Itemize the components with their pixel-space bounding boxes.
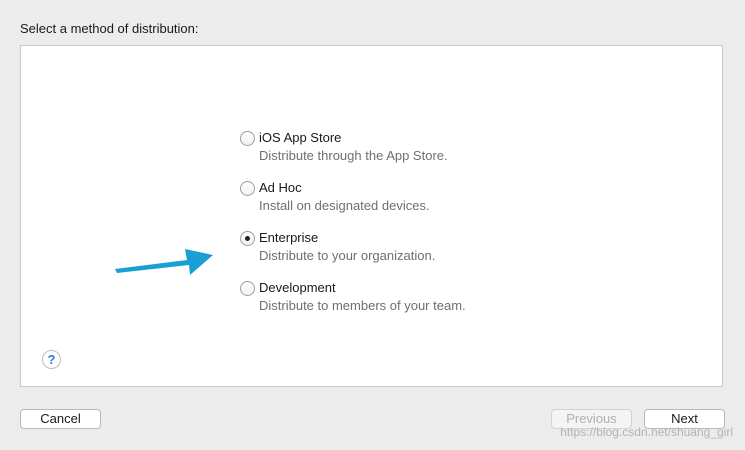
cancel-button[interactable]: Cancel (20, 409, 101, 429)
option-label: Enterprise (259, 230, 319, 245)
option-description: Distribute through the App Store. (259, 148, 448, 163)
option-label: iOS App Store (259, 130, 342, 145)
page-title: Select a method of distribution: (20, 21, 199, 36)
radio-ios-app-store[interactable] (240, 131, 255, 146)
option-description: Distribute to members of your team. (259, 298, 466, 313)
radio-selected-dot (245, 236, 250, 241)
option-description: Distribute to your organization. (259, 248, 436, 263)
help-icon[interactable]: ? (42, 350, 61, 369)
option-label: Ad Hoc (259, 180, 302, 195)
distribution-panel: iOS App Store Distribute through the App… (20, 45, 723, 387)
option-label: Development (259, 280, 336, 295)
watermark: https://blog.csdn.net/shuang_girl (560, 425, 733, 439)
arrow-annotation-icon (115, 249, 213, 275)
arrow-shape (115, 249, 213, 275)
radio-development[interactable] (240, 281, 255, 296)
option-description: Install on designated devices. (259, 198, 430, 213)
radio-ad-hoc[interactable] (240, 181, 255, 196)
radio-enterprise[interactable] (240, 231, 255, 246)
